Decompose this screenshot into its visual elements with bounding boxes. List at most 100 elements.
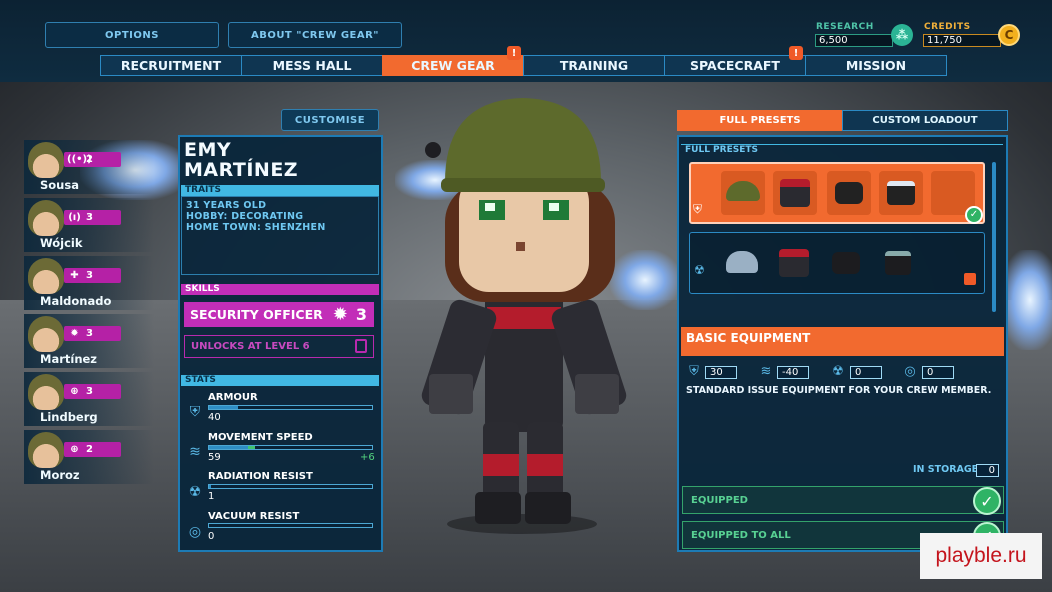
tab-training[interactable]: TRAINING (523, 55, 665, 76)
armour-slot (773, 171, 817, 215)
crew-level: 2 (86, 154, 93, 165)
target-icon: ⊕ (70, 444, 79, 455)
armour-icon: ⛨ (689, 364, 699, 379)
preset-basic-equipment[interactable]: ⛨ ✓ (689, 162, 985, 224)
stat-radiation-label: RADIATION RESIST (208, 471, 313, 482)
stat-speed-bar (208, 445, 373, 450)
equipped-button[interactable]: EQUIPPED ✓ (682, 486, 1004, 515)
crew-skill-badge: ⊕ 3 (64, 384, 121, 399)
customise-button[interactable]: CUSTOMISE (281, 109, 379, 131)
vacuum-icon: ◎ (904, 364, 916, 379)
crew-member-martinez[interactable]: ✹ 3 Martínez (24, 314, 154, 370)
storage-label: IN STORAGE (913, 464, 979, 475)
crew-character-model (421, 98, 627, 534)
crew-portrait (28, 142, 64, 178)
skills-header: SKILLS (181, 284, 379, 295)
tab-crew-gear[interactable]: CREW GEAR! (382, 46, 524, 76)
check-icon: ✓ (965, 206, 983, 224)
crew-skill-badge: ✚ 3 (64, 268, 121, 283)
radio-icon: ((•)) (67, 154, 92, 165)
radiation-icon: ☢ (188, 484, 202, 500)
crew-portrait (28, 374, 64, 410)
crew-member-sousa[interactable]: ((•)) 2 Sousa (24, 140, 154, 196)
about-button[interactable]: ABOUT "CREW GEAR" (228, 22, 402, 48)
unlock-text: UNLOCKS AT LEVEL 6 (191, 341, 310, 352)
crew-member-wojcik[interactable]: (ı) 3 Wójcik (24, 198, 154, 254)
crew-skill-badge: ✹ 3 (64, 326, 121, 341)
crew-member-maldonado[interactable]: ✚ 3 Maldonado (24, 256, 154, 312)
tab-label: MISSION (845, 58, 907, 73)
stat-armour-bar (208, 405, 373, 410)
tab-recruitment[interactable]: RECRUITMENT (100, 55, 242, 76)
gloves-slot (827, 171, 871, 215)
credits-label: CREDITS (924, 22, 971, 32)
credits-icon: C (998, 24, 1020, 46)
skill-level: 3 (355, 305, 367, 324)
medic-icon: ✚ (70, 270, 79, 281)
skill-security-officer[interactable]: SECURITY OFFICER ✹ 3 (184, 302, 374, 327)
tab-label: SPACECRAFT (690, 58, 780, 73)
tab-mission[interactable]: MISSION (805, 55, 947, 76)
check-icon: ✓ (973, 487, 1001, 515)
last-name: MARTÍNEZ (184, 159, 299, 181)
storage-value: 0 (976, 464, 999, 477)
vacuum-icon: ◎ (188, 524, 202, 540)
credits-value: 11,750 (923, 34, 1001, 47)
tab-label: RECRUITMENT (120, 58, 222, 73)
full-presets-header: FULL PRESETS (681, 144, 1003, 155)
item-name: BASIC EQUIPMENT (686, 331, 811, 345)
stats-header: STATS (181, 375, 379, 386)
stat-speed-value: 59 (208, 452, 221, 463)
traits-header: TRAITS (181, 185, 379, 196)
crew-name: Sousa (40, 178, 79, 192)
crew-name: Lindberg (40, 410, 98, 424)
crew-portrait (28, 316, 64, 352)
tab-full-presets[interactable]: FULL PRESETS (677, 110, 843, 131)
tab-label: MESS HALL (272, 58, 352, 73)
crew-name: Martínez (40, 352, 97, 366)
stat-armour-label: ARMOUR (208, 392, 258, 403)
crew-skill-badge: ⊕ 2 (64, 442, 121, 457)
signal-icon: (ı) (68, 212, 81, 223)
tab-label: CREW GEAR (411, 58, 495, 73)
equipped-label: EQUIPPED (691, 494, 748, 506)
crew-name: Moroz (40, 468, 80, 482)
research-label: RESEARCH (816, 22, 874, 32)
tab-custom-loadout[interactable]: CUSTOM LOADOUT (842, 110, 1008, 131)
watermark: playble.ru (920, 533, 1042, 579)
main-tabs: RECRUITMENT MESS HALL CREW GEAR! TRAININ… (100, 46, 947, 76)
equipped-all-label: EQUIPPED TO ALL (691, 529, 791, 541)
stat-armour-value: 40 (208, 412, 221, 423)
stat-speed-bonus: +6 (360, 452, 375, 463)
crew-portrait (28, 258, 64, 294)
crew-level: 3 (86, 212, 93, 223)
crew-member-moroz[interactable]: ⊕ 2 Moroz (24, 430, 154, 486)
presets-scrollbar[interactable] (992, 162, 996, 312)
crew-skill-badge: (ı) 3 (64, 210, 121, 225)
crew-member-lindberg[interactable]: ⊕ 3 Lindberg (24, 372, 154, 428)
mod-armour: 30 (705, 366, 737, 379)
crew-level: 3 (86, 270, 93, 281)
stat-speed-label: MOVEMENT SPEED (208, 432, 313, 443)
stat-radiation-value: 1 (208, 491, 215, 502)
crew-skill-badge: ((•)) 2 (64, 152, 121, 167)
crew-level: 2 (86, 444, 93, 455)
crew-level: 3 (86, 386, 93, 397)
locked-skill-slot: UNLOCKS AT LEVEL 6 (184, 335, 374, 358)
item-description: STANDARD ISSUE EQUIPMENT FOR YOUR CREW M… (686, 385, 992, 396)
mod-radiation: 0 (850, 366, 882, 379)
mod-speed: -40 (777, 366, 809, 379)
tab-mess-hall[interactable]: MESS HALL (241, 55, 383, 76)
preset-locked[interactable]: ☢ (689, 232, 985, 294)
armour-icon: ⛨ (189, 404, 201, 420)
boots-slot (879, 171, 923, 215)
stat-vacuum-bar (208, 523, 373, 528)
crew-portrait (28, 200, 64, 236)
tab-spacecraft[interactable]: SPACECRAFT! (664, 46, 806, 76)
target-icon: ⊕ (70, 386, 79, 397)
helmet-slot (721, 171, 765, 215)
security-icon: ✹ (70, 328, 79, 339)
tab-label: TRAINING (559, 58, 629, 73)
options-button[interactable]: OPTIONS (45, 22, 219, 48)
research-icon: ⁂ (891, 24, 913, 46)
